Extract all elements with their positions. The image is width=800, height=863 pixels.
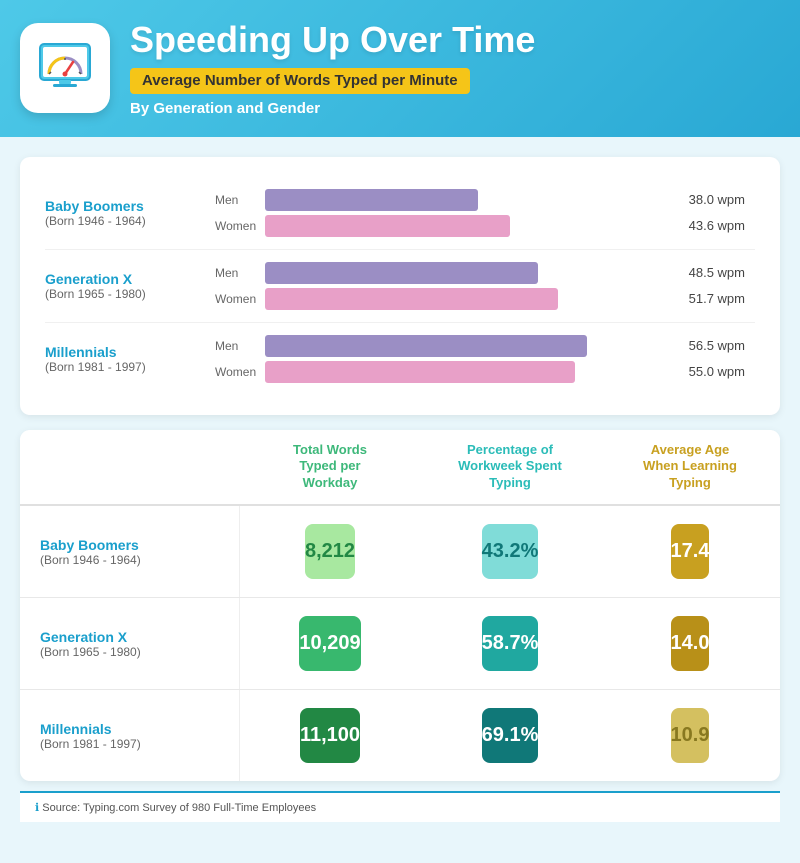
row-years-genx: (Born 1965 - 1980) — [40, 645, 219, 659]
gen-years-millennials: (Born 1981 - 1997) — [45, 360, 205, 374]
table-row-boomers: Baby Boomers (Born 1946 - 1964) 8,212 43… — [20, 506, 780, 598]
bar-chart-section: Baby Boomers (Born 1946 - 1964) Men 38.0… — [20, 157, 780, 415]
table-row-millennials: Millennials (Born 1981 - 1997) 11,100 69… — [20, 690, 780, 781]
bar-track-men-genx — [265, 262, 667, 284]
bar-fill-men-millennials — [265, 335, 587, 357]
men-label-boomers: Men — [215, 193, 257, 207]
bar-track-men-millennials — [265, 335, 667, 357]
men-label-millennials: Men — [215, 339, 257, 353]
men-value-genx: 48.5 wpm — [675, 265, 745, 280]
header-text: Speeding Up Over Time Average Number of … — [130, 20, 770, 117]
age-genx: 14.0 — [671, 616, 710, 671]
footer: ℹ Source: Typing.com Survey of 980 Full-… — [20, 791, 780, 822]
header-icon-box — [20, 23, 110, 113]
gen-label-boomers: Baby Boomers (Born 1946 - 1964) — [45, 198, 205, 228]
row-years-boomers: (Born 1946 - 1964) — [40, 553, 219, 567]
bar-men-genx: Men 48.5 wpm — [215, 262, 745, 284]
bar-fill-women-genx — [265, 288, 558, 310]
gen-label-millennials: Millennials (Born 1981 - 1997) — [45, 344, 205, 374]
sub-title-2: By Generation and Gender — [130, 100, 770, 117]
row-label-millennials: Millennials (Born 1981 - 1997) — [20, 690, 240, 781]
men-value-boomers: 38.0 wpm — [675, 192, 745, 207]
table-header: Total WordsTyped perWorkday Percentage o… — [20, 430, 780, 507]
row-years-millennials: (Born 1981 - 1997) — [40, 737, 219, 751]
chart-row-boomers: Baby Boomers (Born 1946 - 1964) Men 38.0… — [45, 177, 755, 249]
col-header-age: Average AgeWhen LearningTyping — [600, 430, 780, 507]
words-boomers: 8,212 — [305, 524, 355, 579]
bar-fill-men-genx — [265, 262, 538, 284]
row-label-boomers: Baby Boomers (Born 1946 - 1964) — [20, 506, 240, 597]
bar-track-women-boomers — [265, 215, 667, 237]
chart-row-millennials: Millennials (Born 1981 - 1997) Men 56.5 … — [45, 322, 755, 395]
bar-fill-women-millennials — [265, 361, 575, 383]
subtitle: Average Number of Words Typed per Minute — [142, 72, 458, 89]
source-text: Source: Typing.com Survey of 980 Full-Ti… — [42, 802, 316, 814]
women-label-millennials: Women — [215, 365, 257, 379]
bar-track-men-boomers — [265, 189, 667, 211]
pct-boomers: 43.2% — [482, 524, 539, 579]
header: Speeding Up Over Time Average Number of … — [0, 0, 800, 137]
men-label-genx: Men — [215, 266, 257, 280]
bar-track-women-millennials — [265, 361, 667, 383]
gen-years-genx: (Born 1965 - 1980) — [45, 287, 205, 301]
main-content: Baby Boomers (Born 1946 - 1964) Men 38.0… — [0, 137, 800, 833]
bars-millennials: Men 56.5 wpm Women 55.0 wpm — [205, 331, 755, 387]
women-value-boomers: 43.6 wpm — [675, 218, 745, 233]
age-millennials: 10.9 — [671, 708, 710, 763]
gen-name-boomers: Baby Boomers — [45, 198, 205, 214]
age-boomers: 17.4 — [671, 524, 710, 579]
women-value-genx: 51.7 wpm — [675, 291, 745, 306]
gen-years-boomers: (Born 1946 - 1964) — [45, 214, 205, 228]
bar-women-millennials: Women 55.0 wpm — [215, 361, 745, 383]
table-row-genx: Generation X (Born 1965 - 1980) 10,209 5… — [20, 598, 780, 690]
men-value-millennials: 56.5 wpm — [675, 338, 745, 353]
bar-men-boomers: Men 38.0 wpm — [215, 189, 745, 211]
chart-row-genx: Generation X (Born 1965 - 1980) Men 48.5… — [45, 249, 755, 322]
words-millennials: 11,100 — [300, 708, 360, 763]
row-label-genx: Generation X (Born 1965 - 1980) — [20, 598, 240, 689]
bar-women-boomers: Women 43.6 wpm — [215, 215, 745, 237]
women-value-millennials: 55.0 wpm — [675, 364, 745, 379]
bar-track-women-genx — [265, 288, 667, 310]
gen-name-genx: Generation X — [45, 271, 205, 287]
speedometer-icon — [35, 36, 95, 101]
bar-men-millennials: Men 56.5 wpm — [215, 335, 745, 357]
pct-genx: 58.7% — [482, 616, 539, 671]
col-header-words: Total WordsTyped perWorkday — [240, 430, 420, 507]
women-label-genx: Women — [215, 292, 257, 306]
row-name-boomers: Baby Boomers — [40, 537, 219, 553]
info-icon: ℹ — [35, 802, 39, 814]
data-table: Total WordsTyped perWorkday Percentage o… — [20, 430, 780, 782]
pct-millennials: 69.1% — [482, 708, 539, 763]
bar-women-genx: Women 51.7 wpm — [215, 288, 745, 310]
women-label-boomers: Women — [215, 219, 257, 233]
bars-genx: Men 48.5 wpm Women 51.7 wpm — [205, 258, 755, 314]
row-name-genx: Generation X — [40, 629, 219, 645]
col-header-gen — [20, 430, 240, 507]
main-title: Speeding Up Over Time — [130, 20, 770, 60]
bar-fill-men-boomers — [265, 189, 478, 211]
row-name-millennials: Millennials — [40, 721, 219, 737]
gen-label-genx: Generation X (Born 1965 - 1980) — [45, 271, 205, 301]
subtitle-box: Average Number of Words Typed per Minute — [130, 68, 470, 94]
words-genx: 10,209 — [299, 616, 360, 671]
bars-boomers: Men 38.0 wpm Women 43.6 wpm — [205, 185, 755, 241]
gen-name-millennials: Millennials — [45, 344, 205, 360]
col-header-pct: Percentage ofWorkweek SpentTyping — [420, 430, 600, 507]
bar-fill-women-boomers — [265, 215, 510, 237]
